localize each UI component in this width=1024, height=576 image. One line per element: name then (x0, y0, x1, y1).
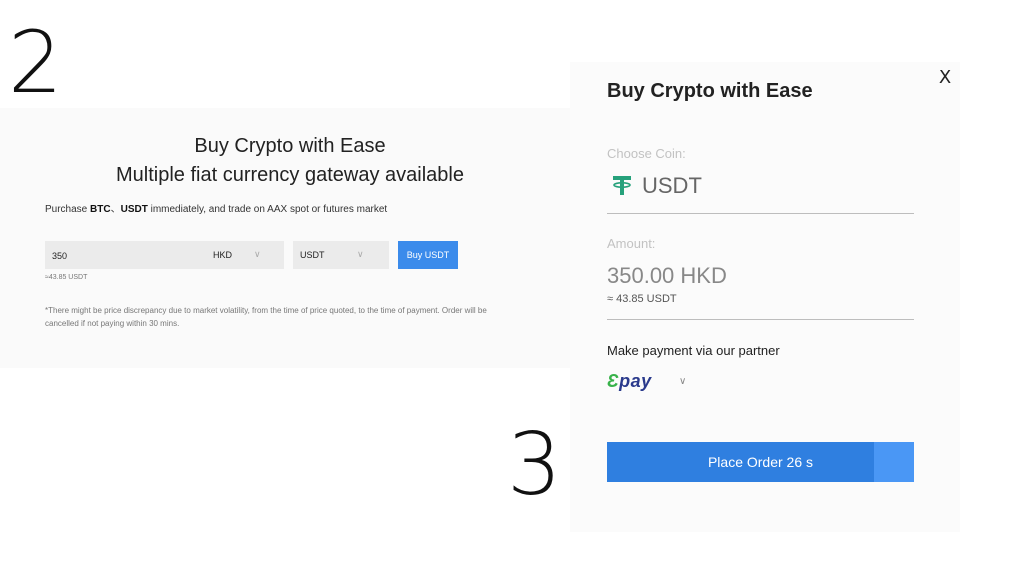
amount-value[interactable]: 350 (52, 251, 67, 261)
amount-input[interactable]: 350 HKD ∨ (45, 241, 284, 269)
divider (607, 319, 914, 320)
place-order-button[interactable]: Place Order 26 s (607, 442, 914, 482)
purchase-description: Purchase BTC、USDT immediately, and trade… (45, 204, 388, 215)
place-order-label: Place Order 26 s (707, 454, 814, 470)
amount-value: 350.00 HKD (607, 263, 727, 288)
payment-partner-label: Make payment via our partner (607, 343, 780, 358)
choose-coin-label: Choose Coin: (607, 146, 686, 161)
step-number-2: 2 (8, 13, 63, 113)
step-number-3: 3 (507, 415, 562, 515)
buy-usdt-button[interactable]: Buy USDT (398, 241, 458, 269)
epay-logo[interactable]: Ɛpay (607, 371, 652, 392)
amount-label: Amount: (607, 236, 656, 251)
divider (607, 213, 914, 214)
crypto-currency-select[interactable]: USDT ∨ (293, 241, 389, 269)
crypto-currency-value: USDT (300, 250, 325, 260)
close-icon[interactable]: X (936, 66, 954, 88)
approx-conversion: ≈43.85 USDT (45, 274, 88, 281)
tether-icon (613, 176, 631, 195)
approx-conversion: ≈ 43.85 USDT (607, 293, 677, 305)
fiat-currency-select[interactable]: HKD (213, 250, 232, 260)
panel-subtitle: Multiple fiat currency gateway available (116, 164, 464, 186)
coin-value: USDT (642, 173, 702, 198)
price-disclaimer: *There might be price discrepancy due to… (45, 306, 487, 328)
panel-title: Buy Crypto with Ease (194, 135, 386, 157)
chevron-down-icon[interactable]: ∨ (357, 249, 364, 260)
chevron-down-icon[interactable]: ∨ (679, 376, 686, 387)
chevron-down-icon[interactable]: ∨ (254, 249, 261, 260)
countdown-progress (874, 442, 914, 482)
modal-title: Buy Crypto with Ease (607, 80, 813, 102)
